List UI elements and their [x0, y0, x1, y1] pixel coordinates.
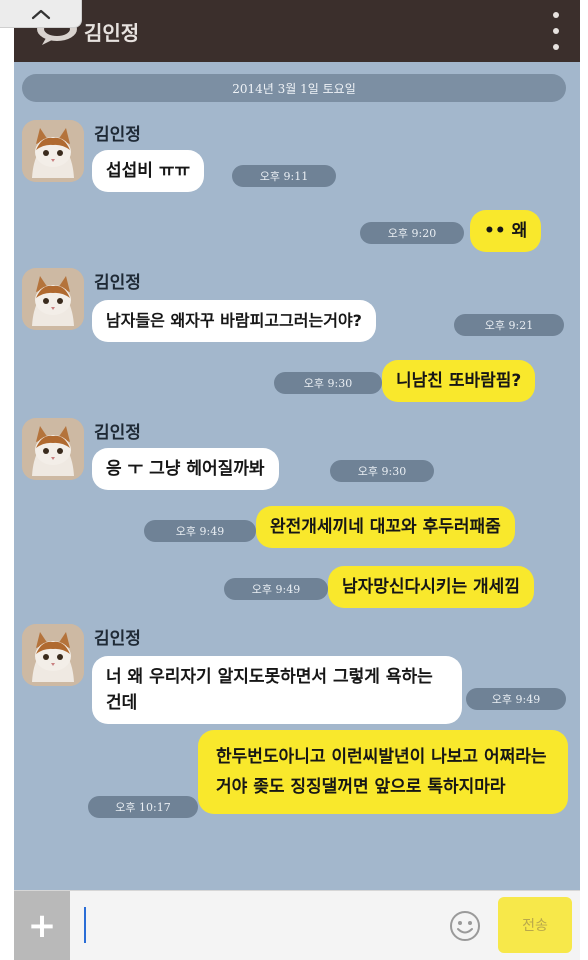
avatar[interactable]	[22, 624, 84, 686]
chat-title: 김인정	[84, 21, 140, 45]
chat-header: 김인정	[14, 0, 580, 62]
smiley-icon[interactable]	[448, 909, 482, 943]
message-bubble-outgoing[interactable]: •• 왜	[470, 210, 542, 252]
message-time: 오후 9:30	[274, 372, 382, 394]
sender-name: 김인정	[94, 629, 141, 649]
message-bubble-incoming[interactable]: 너 왜 우리자기 알지도못하면서 그렇게 욕하는건데	[92, 656, 462, 724]
vertical-dots-icon[interactable]	[550, 12, 562, 50]
message-time: 오후 9:49	[144, 520, 256, 542]
date-divider: 2014년 3월 1일 토요일	[22, 74, 566, 102]
message-time: 오후 9:49	[224, 578, 328, 600]
cat-avatar-icon	[22, 120, 84, 182]
send-button[interactable]: 전송	[498, 897, 572, 953]
sender-name: 김인정	[94, 423, 141, 443]
avatar[interactable]	[22, 268, 84, 330]
screenshot-frame: 김인정 2014년 3월 1일 토요일 김인정 섭섭비 ㅠㅠ 오후 9:11 오…	[0, 0, 588, 960]
attach-plus-button[interactable]: +	[14, 891, 70, 960]
message-time: 오후 9:30	[330, 460, 434, 482]
cat-avatar-icon	[22, 624, 84, 686]
text-cursor	[84, 907, 86, 943]
message-bubble-incoming[interactable]: 남자들은 왜자꾸 바람피고그러는거야?	[92, 300, 376, 342]
message-time: 오후 9:49	[466, 688, 566, 710]
message-bubble-outgoing[interactable]: 니남친 또바람핌?	[382, 360, 536, 402]
message-time: 오후 10:17	[88, 796, 198, 818]
message-time: 오후 9:11	[232, 165, 336, 187]
message-time: 오후 9:21	[454, 314, 564, 336]
message-bubble-outgoing[interactable]: 한두번도아니고 이런씨발년이 나보고 어쩌라는거야 좆도 징징댈꺼면 앞으로 톡…	[198, 730, 568, 814]
message-bubble-outgoing[interactable]: 완전개세끼네 대꼬와 후두러패줌	[256, 506, 515, 548]
chat-screen: 김인정 2014년 3월 1일 토요일 김인정 섭섭비 ㅠㅠ 오후 9:11 오…	[14, 0, 580, 960]
message-bubble-outgoing[interactable]: 남자망신다시키는 개세낌	[328, 566, 534, 608]
avatar[interactable]	[22, 120, 84, 182]
message-input[interactable]	[76, 901, 496, 951]
collapse-tab[interactable]	[0, 0, 82, 28]
sender-name: 김인정	[94, 273, 141, 293]
message-bubble-incoming[interactable]: 섭섭비 ㅠㅠ	[92, 150, 205, 192]
cat-avatar-icon	[22, 418, 84, 480]
avatar[interactable]	[22, 418, 84, 480]
sender-name: 김인정	[94, 125, 141, 145]
message-time: 오후 9:20	[360, 222, 464, 244]
cat-avatar-icon	[22, 268, 84, 330]
message-bubble-incoming[interactable]: 응 ㅜ 그냥 헤어질까봐	[92, 448, 279, 490]
chevron-up-icon	[31, 9, 50, 19]
message-input-bar: + 전송	[14, 890, 580, 960]
